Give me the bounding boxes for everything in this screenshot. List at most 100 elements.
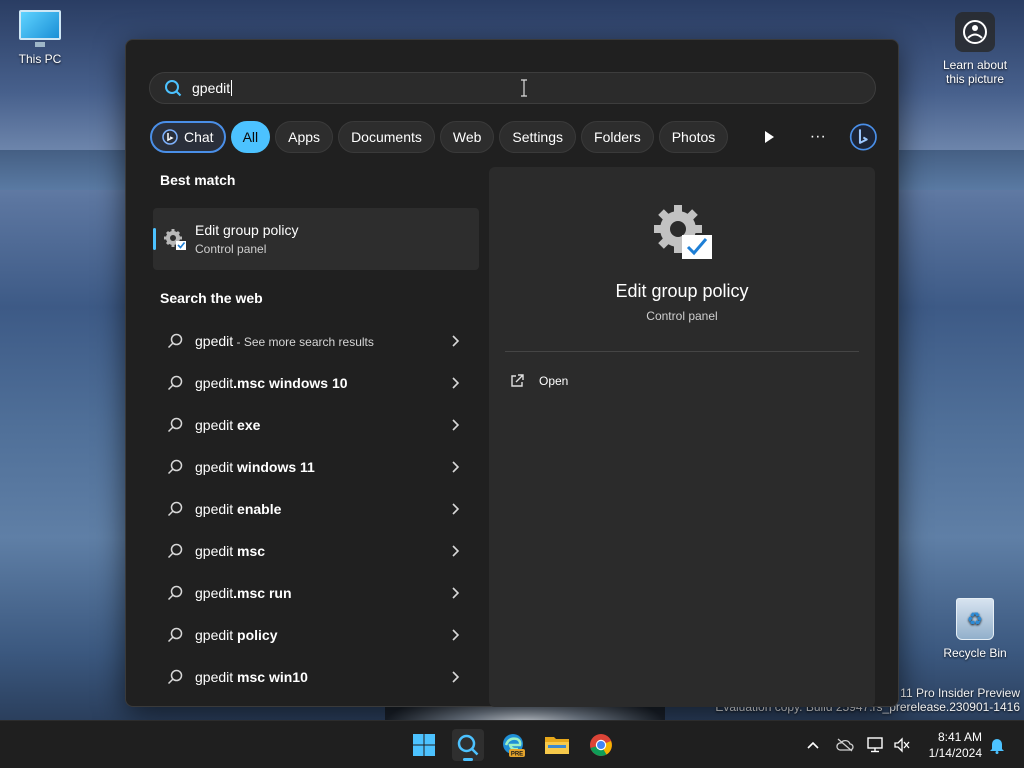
play-arrow-icon: [764, 131, 774, 143]
best-match-title: Edit group policy: [195, 222, 299, 238]
folder-icon: [545, 737, 569, 754]
search-box[interactable]: gpedit: [149, 72, 876, 104]
clock-time: 8:41 AM: [937, 730, 982, 744]
recycle-bin-icon: ♻: [956, 598, 994, 640]
web-result-prefix: gpedit: [195, 669, 234, 685]
search-icon: [167, 375, 183, 391]
taskbar-file-explorer-button[interactable]: [541, 729, 573, 761]
taskbar: PRE 8:41 AM 1/14/2024: [0, 720, 1024, 768]
desktop-icon-this-pc[interactable]: This PC: [0, 10, 80, 66]
show-hidden-icons-button[interactable]: [803, 735, 823, 755]
web-result[interactable]: gpedit.msc run: [153, 572, 479, 614]
preview-title: Edit group policy: [615, 281, 749, 301]
group-policy-icon: [654, 205, 712, 259]
web-result[interactable]: gpedit policy: [153, 614, 479, 656]
web-result-query: gpedit: [195, 333, 234, 349]
text-caret: [231, 80, 233, 96]
taskbar-search-button[interactable]: [452, 729, 484, 761]
start-button[interactable]: [408, 729, 440, 761]
chevron-right-icon: [452, 503, 460, 515]
web-result[interactable]: gpedit windows 11: [153, 446, 479, 488]
web-results-list: gpedit - See more search results gpedit.…: [153, 320, 479, 698]
onedrive-button[interactable]: [835, 735, 855, 755]
speaker-muted-icon: [894, 737, 910, 753]
results-column: Best match Edit group policy Control pan…: [153, 172, 479, 698]
edge-browser-icon: PRE: [503, 734, 525, 758]
chevron-right-icon: [452, 419, 460, 431]
filter-bar: Chat All Apps Documents Web Settings Fol…: [150, 120, 878, 154]
selection-accent: [153, 228, 156, 250]
search-icon: [167, 333, 183, 349]
camera-info-icon: [955, 12, 995, 52]
best-match-heading: Best match: [160, 172, 236, 188]
search-icon: [167, 501, 183, 517]
filter-apps[interactable]: Apps: [275, 121, 334, 153]
taskbar-edge-button[interactable]: PRE: [497, 729, 529, 761]
bing-chat-icon: [162, 129, 178, 145]
web-result-prefix: gpedit: [195, 375, 234, 391]
open-external-icon: [511, 374, 524, 387]
web-result[interactable]: gpedit msc win10: [153, 656, 479, 698]
preview-pane: Edit group policy Control panel Open: [489, 167, 875, 707]
bing-button-icon[interactable]: [849, 120, 878, 154]
network-button[interactable]: [866, 735, 886, 755]
filter-web[interactable]: Web: [439, 121, 495, 153]
best-match-subtitle: Control panel: [195, 242, 267, 256]
web-result[interactable]: gpedit enable: [153, 488, 479, 530]
web-result-prefix: gpedit: [195, 501, 234, 517]
web-result-more: - See more search results: [233, 335, 374, 349]
system-clock[interactable]: 8:41 AM 1/14/2024: [929, 729, 982, 761]
chevron-right-icon: [452, 671, 460, 683]
scroll-filters-button[interactable]: [755, 121, 782, 153]
filter-chat[interactable]: Chat: [150, 121, 226, 153]
desktop-icon-recycle-bin[interactable]: ♻ Recycle Bin: [935, 598, 1015, 660]
clock-date: 1/14/2024: [928, 746, 982, 760]
desktop-icon-learn-about-picture[interactable]: Learn about this picture: [935, 12, 1015, 86]
web-result-suffix: windows 11: [233, 459, 315, 475]
volume-button[interactable]: [892, 735, 912, 755]
filter-settings[interactable]: Settings: [499, 121, 577, 153]
web-result-suffix: msc: [233, 543, 266, 559]
chevron-right-icon: [452, 377, 460, 389]
web-result-suffix: .msc run: [233, 585, 292, 601]
web-result-see-more[interactable]: gpedit - See more search results: [153, 320, 479, 362]
open-action[interactable]: Open: [509, 367, 568, 395]
web-result-prefix: gpedit: [195, 543, 234, 559]
learn-label-line1: Learn about: [942, 58, 1008, 72]
recycle-bin-label: Recycle Bin: [943, 646, 1007, 660]
learn-label-line2: this picture: [945, 72, 1005, 86]
windows-logo-icon: [413, 734, 435, 756]
search-icon: [165, 80, 182, 97]
notifications-button[interactable]: [987, 735, 1007, 755]
chevron-up-icon: [807, 741, 819, 749]
web-result[interactable]: gpedit exe: [153, 404, 479, 446]
chrome-browser-icon: [590, 734, 612, 756]
search-icon: [167, 459, 183, 475]
edge-pre-badge: PRE: [511, 752, 523, 758]
this-pc-label: This PC: [18, 52, 62, 66]
network-monitor-icon: [867, 737, 883, 753]
search-input[interactable]: gpedit: [192, 80, 230, 96]
more-options-button[interactable]: ···: [804, 121, 831, 153]
search-icon: [167, 417, 183, 433]
web-result-suffix: enable: [233, 501, 282, 517]
divider: [505, 351, 859, 352]
best-match-result[interactable]: Edit group policy Control panel: [153, 208, 479, 270]
web-result[interactable]: gpedit.msc windows 10: [153, 362, 479, 404]
taskbar-chrome-button[interactable]: [585, 729, 617, 761]
ibeam-cursor-icon: [521, 79, 527, 97]
web-result-prefix: gpedit: [195, 459, 234, 475]
web-result-suffix: .msc windows 10: [233, 375, 348, 391]
filter-folders[interactable]: Folders: [581, 121, 654, 153]
search-icon: [167, 585, 183, 601]
bell-icon: [990, 739, 1004, 754]
filter-all[interactable]: All: [230, 121, 271, 153]
web-result[interactable]: gpedit msc: [153, 530, 479, 572]
filter-documents[interactable]: Documents: [338, 121, 435, 153]
chevron-right-icon: [452, 545, 460, 557]
web-result-prefix: gpedit: [195, 627, 234, 643]
web-result-suffix: policy: [233, 627, 278, 643]
web-result-prefix: gpedit: [195, 585, 234, 601]
filter-photos[interactable]: Photos: [658, 121, 729, 153]
monitor-icon: [19, 10, 61, 47]
